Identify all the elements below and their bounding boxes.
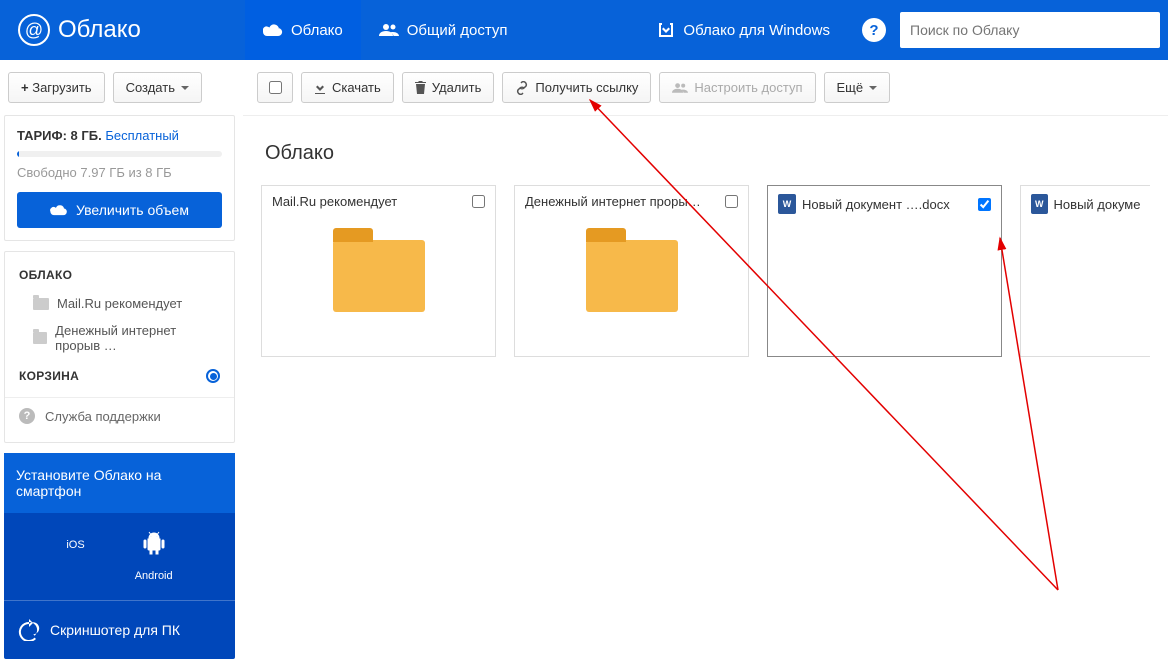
screenshot-icon <box>18 619 40 641</box>
configure-access-label: Настроить доступ <box>694 80 802 95</box>
create-button[interactable]: Создать <box>113 72 202 103</box>
file-item-docx-selected[interactable]: W Новый документ ….docx <box>767 185 1002 357</box>
link-icon <box>515 81 529 95</box>
select-all-input[interactable] <box>269 81 282 94</box>
download-label: Скачать <box>332 80 381 95</box>
file-item-folder-recommends[interactable]: Mail.Ru рекомендует <box>261 185 496 357</box>
support-link[interactable]: ? Служба поддержки <box>15 398 224 434</box>
chevron-down-icon <box>181 86 189 90</box>
file-name: Mail.Ru рекомендует <box>272 194 397 209</box>
nav-shared-label: Общий доступ <box>407 22 508 39</box>
platform-ios-label: iOS <box>66 539 84 551</box>
platform-android[interactable]: Android <box>135 531 173 582</box>
platform-android-label: Android <box>135 570 173 582</box>
upload-button[interactable]: + Загрузить <box>8 72 105 103</box>
nav-cloud[interactable]: Облако <box>245 0 361 60</box>
file-item-folder-money[interactable]: Денежный интернет проры… <box>514 185 749 357</box>
file-checkbox[interactable] <box>472 195 485 208</box>
file-item-docx-cut[interactable]: W Новый докумен <box>1020 185 1150 357</box>
trash-icon <box>415 81 426 94</box>
tariff-line: ТАРИФ: 8 ГБ. Бесплатный <box>17 128 222 143</box>
file-name: Новый докумен <box>1054 197 1140 212</box>
file-grid: Mail.Ru рекомендует Денежный интернет пр… <box>243 185 1168 357</box>
file-name: Денежный интернет проры… <box>525 194 701 209</box>
delete-label: Удалить <box>432 80 482 95</box>
question-icon: ? <box>19 408 35 424</box>
tariff-plan-link[interactable]: Бесплатный <box>105 128 179 143</box>
select-all-checkbox[interactable] <box>257 72 293 103</box>
nav-windows-label: Облако для Windows <box>683 22 830 39</box>
storage-progress <box>17 151 222 157</box>
folder-icon <box>33 332 47 344</box>
breadcrumb: Облако <box>243 116 1168 185</box>
promo-card: Установите Облако на смартфон iOS Androi… <box>4 453 235 659</box>
main-area: Скачать Удалить Получить ссылку Настроит… <box>243 60 1168 659</box>
more-button[interactable]: Ещё <box>824 72 891 103</box>
plus-icon: + <box>21 80 29 95</box>
cloud-icon <box>50 204 68 216</box>
people-icon <box>672 82 688 94</box>
file-checkbox[interactable] <box>725 195 738 208</box>
more-label: Ещё <box>837 80 864 95</box>
android-icon <box>143 531 165 562</box>
section-cloud-title[interactable]: ОБЛАКО <box>15 258 224 290</box>
upgrade-label: Увеличить объем <box>76 202 189 218</box>
nav-cloud-label: Облако <box>291 22 343 39</box>
tree-item-label: Денежный интернет прорыв … <box>55 323 220 353</box>
get-link-button[interactable]: Получить ссылку <box>502 72 651 103</box>
tariff-card: ТАРИФ: 8 ГБ. Бесплатный Свободно 7.97 ГБ… <box>4 115 235 241</box>
promo-title: Установите Облако на смартфон <box>4 453 235 513</box>
nav-tree-card: ОБЛАКО Mail.Ru рекомендует Денежный инте… <box>4 251 235 443</box>
folder-icon <box>586 240 678 312</box>
upload-label: Загрузить <box>32 80 91 95</box>
storage-free-text: Свободно 7.97 ГБ из 8 ГБ <box>17 165 222 180</box>
trash-label: КОРЗИНА <box>19 369 79 383</box>
cloud-icon <box>263 23 283 37</box>
chevron-down-icon <box>869 86 877 90</box>
support-label: Служба поддержки <box>45 409 161 424</box>
platform-ios[interactable]: iOS <box>66 531 84 582</box>
tree-item-recommends[interactable]: Mail.Ru рекомендует <box>15 290 224 317</box>
logo[interactable]: @ Облако <box>0 14 245 46</box>
screenshoter-link[interactable]: Скриншотер для ПК <box>16 615 223 645</box>
radio-dot-icon <box>206 369 220 383</box>
get-link-label: Получить ссылку <box>535 80 638 95</box>
download-button[interactable]: Скачать <box>301 72 394 103</box>
file-checkbox[interactable] <box>978 198 991 211</box>
download-icon <box>314 82 326 94</box>
nav-shared-access[interactable]: Общий доступ <box>361 0 526 60</box>
file-name: Новый документ ….docx <box>802 197 950 212</box>
configure-access-button: Настроить доступ <box>659 72 815 103</box>
create-label: Создать <box>126 80 175 95</box>
help-icon[interactable]: ? <box>862 18 886 42</box>
sidebar: + Загрузить Создать ТАРИФ: 8 ГБ. Бесплат… <box>0 60 243 659</box>
upgrade-storage-button[interactable]: Увеличить объем <box>17 192 222 228</box>
people-icon <box>379 23 399 37</box>
word-doc-icon: W <box>778 194 796 214</box>
search-box[interactable] <box>900 12 1160 48</box>
logo-at-icon: @ <box>18 14 50 46</box>
toolbar: Скачать Удалить Получить ссылку Настроит… <box>243 60 1168 116</box>
section-trash-title[interactable]: КОРЗИНА <box>15 359 224 391</box>
search-input[interactable] <box>910 22 1150 38</box>
word-doc-icon: W <box>1031 194 1048 214</box>
tree-item-label: Mail.Ru рекомендует <box>57 296 182 311</box>
nav-cloud-windows[interactable]: Облако для Windows <box>639 0 848 60</box>
delete-button[interactable]: Удалить <box>402 72 495 103</box>
app-header: @ Облако Облако Общий доступ Облако для … <box>0 0 1168 60</box>
tariff-label: ТАРИФ: 8 ГБ. <box>17 128 102 143</box>
download-box-icon <box>657 21 675 39</box>
screenshoter-label: Скриншотер для ПК <box>50 622 180 638</box>
logo-text: Облако <box>58 16 141 44</box>
folder-icon <box>333 240 425 312</box>
folder-icon <box>33 298 49 310</box>
tree-item-money[interactable]: Денежный интернет прорыв … <box>15 317 224 359</box>
